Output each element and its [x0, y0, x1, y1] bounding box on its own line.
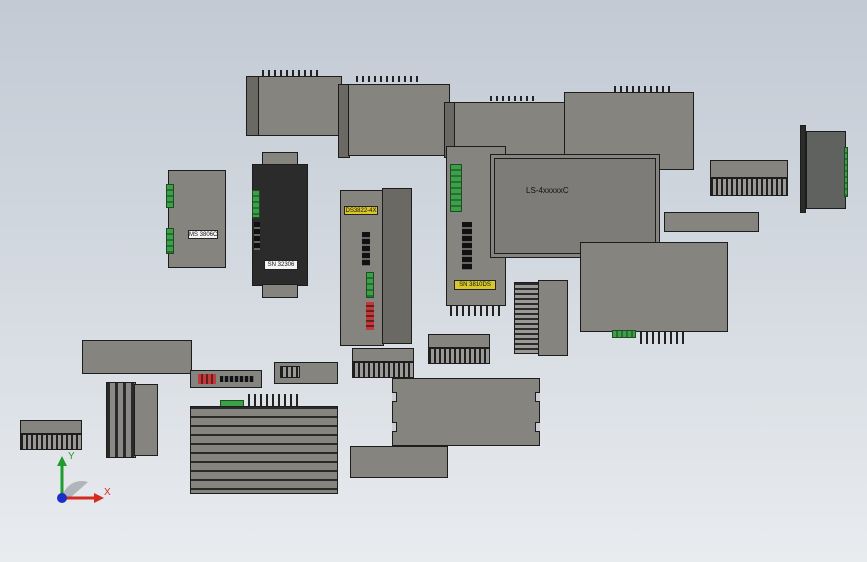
driver-body [168, 170, 226, 268]
signal-terminals [462, 222, 472, 270]
mounting-slot [392, 422, 397, 432]
driver-top [710, 160, 788, 178]
heatsink-fins [710, 178, 788, 196]
driver-strip-red[interactable] [190, 370, 262, 388]
signal-terminals [220, 376, 254, 382]
plate-body [392, 378, 540, 446]
mounting-plate-center[interactable] [392, 378, 540, 446]
driver-heatsink-vertical-left[interactable] [106, 382, 158, 458]
x-axis-label: X [104, 487, 111, 498]
signal-terminals [254, 222, 260, 250]
plate-body [664, 212, 759, 232]
driver-heatsink-small-a[interactable] [428, 334, 490, 366]
connector-pins [490, 96, 536, 101]
terminal-block [450, 164, 462, 212]
strip-fins [280, 366, 300, 378]
driver-heatsink-small-right[interactable] [710, 160, 788, 198]
driver-top [428, 334, 490, 348]
power-terminals [198, 374, 216, 384]
signal-terminals [362, 232, 370, 266]
driver-strip-small[interactable] [274, 362, 338, 384]
mounting-slot [392, 392, 397, 402]
driver-ds3822[interactable]: DS3822-4X [340, 188, 412, 346]
model-label: MS 3806C [188, 230, 218, 239]
driver-side [382, 188, 412, 344]
driver-heatsink-large[interactable] [190, 394, 338, 494]
heatsink-fins [428, 348, 490, 364]
connector-pins [356, 76, 420, 82]
heatsink-fins [190, 406, 338, 494]
plate-body [350, 446, 448, 478]
heatsink-fins [20, 434, 82, 450]
bottom-tab [262, 284, 298, 298]
driver-enclosure-top-center[interactable] [338, 76, 450, 158]
cad-viewport[interactable]: MS 3806C SN 32306 DS3822-4X SN 3810DS LS… [0, 0, 867, 562]
driver-enclosure-lower-right[interactable] [580, 242, 728, 346]
driver-body [134, 384, 158, 456]
triad-graphic [57, 456, 104, 503]
connector-pins [640, 332, 686, 344]
terminal-block-lower [166, 228, 174, 254]
model-label: SN 3810DS [454, 280, 496, 290]
plate-body [82, 340, 192, 374]
power-terminals [366, 302, 374, 330]
enclosure-body [348, 84, 450, 156]
x-axis-arrow [94, 493, 104, 503]
mounting-slot [535, 392, 540, 402]
heatsink-fins [352, 362, 414, 378]
coordinate-triad: X Y [40, 452, 120, 512]
enclosure-body [580, 242, 728, 332]
heatsink-fins [514, 282, 540, 354]
driver-top [352, 348, 414, 362]
y-axis-label: Y [68, 451, 75, 462]
driver-body [538, 280, 568, 356]
driver-plate-left[interactable] [82, 340, 192, 374]
driver-top [20, 420, 82, 434]
mounting-plate-lower[interactable] [350, 446, 448, 478]
terminal-block [844, 147, 848, 197]
driver-heatsink-small-b[interactable] [352, 348, 414, 380]
driver-side-view-right[interactable] [800, 125, 848, 213]
model-text: LS-4xxxxxC [526, 186, 569, 195]
z-axis-origin [57, 493, 67, 503]
terminal-block [612, 330, 636, 338]
heatsink-fins [106, 382, 136, 458]
panel-face [494, 158, 656, 254]
model-label: DS3822-4X [344, 206, 378, 215]
driver-heatsink-vertical-center[interactable] [514, 280, 568, 358]
terminal-block [366, 272, 374, 298]
enclosure-body [258, 76, 342, 136]
driver-ms3806c[interactable]: MS 3806C [166, 170, 226, 268]
driver-sn32306[interactable]: SN 32306 [250, 152, 310, 298]
terminal-block [252, 190, 260, 218]
driver-enclosure-top-left[interactable] [246, 70, 342, 138]
mounting-slot [535, 422, 540, 432]
model-label: SN 32306 [264, 260, 298, 270]
driver-body [806, 131, 846, 209]
driver-plate-right[interactable] [664, 212, 759, 232]
terminal-block-upper [166, 184, 174, 208]
y-axis-arrow [57, 456, 67, 466]
driver-heatsink-small-left[interactable] [20, 420, 82, 452]
mounting-tabs [450, 306, 500, 316]
